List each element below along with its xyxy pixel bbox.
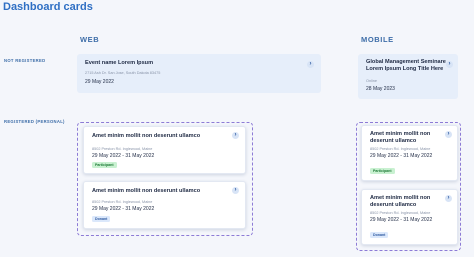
event-card-web-registered-1[interactable]: Amet minim mollit non deserunt ullamco 8…	[83, 126, 246, 174]
event-title: Amet minim mollit non deserunt ullamco	[370, 131, 431, 144]
event-address: 8502 Preston Rd. Inglewood, Maine	[92, 147, 153, 151]
event-title: Global Management Seminare Lorem Ipsum L…	[366, 59, 446, 72]
event-date: 29 May 2022	[85, 79, 114, 85]
event-title: Amet minim mollit non deserunt ullamco	[370, 195, 431, 208]
event-address: 8502 Preston Rd. Inglewood, Maine	[370, 147, 431, 151]
event-address: Online	[366, 79, 377, 83]
event-card-web-registered-2[interactable]: Amet minim mollit non deserunt ullamco 8…	[83, 181, 246, 229]
column-header-mobile: MOBILE	[361, 35, 394, 44]
event-card-mobile-registered-1[interactable]: Amet minim mollit non deserunt ullamco 8…	[361, 125, 458, 181]
event-date: 28 May 2023	[366, 86, 395, 92]
chevron-right-icon[interactable]: ›	[232, 187, 239, 194]
event-card-mobile-not-registered[interactable]: Global Management Seminare Lorem Ipsum L…	[358, 54, 458, 99]
event-address: 8502 Preston Rd. Inglewood, Maine	[370, 211, 431, 215]
event-date: 29 May 2022 - 31 May 2022	[92, 206, 155, 212]
column-header-web: WEB	[80, 35, 100, 44]
row-label-registered: REGISTERED (PERSONAL)	[4, 119, 65, 124]
event-date: 29 May 2022 - 31 May 2022	[92, 153, 155, 159]
row-label-not-registered: NOT REGISTERED	[4, 58, 46, 63]
donant-badge: Donant	[92, 216, 111, 222]
event-card-mobile-registered-2[interactable]: Amet minim mollit non deserunt ullamco 8…	[361, 189, 458, 245]
event-title: Amet minim mollit non deserunt ullamco	[92, 188, 201, 194]
event-title: Event name Lorem Ipsum	[85, 60, 154, 66]
page-title: Dashboard cards	[3, 1, 93, 13]
chevron-right-icon[interactable]: ›	[445, 131, 452, 138]
chevron-right-icon[interactable]: ›	[446, 61, 453, 68]
event-address: 2715 Ash Dr. San Jose, South Dakota 8347…	[85, 71, 161, 75]
event-card-web-not-registered[interactable]: Event name Lorem Ipsum 2715 Ash Dr. San …	[77, 54, 321, 93]
event-date: 29 May 2022 - 31 May 2022	[370, 153, 433, 159]
participant-badge: Participant	[370, 168, 395, 174]
event-date: 29 May 2022 - 31 May 2022	[370, 217, 433, 223]
chevron-right-icon[interactable]: ›	[307, 61, 314, 68]
chevron-right-icon[interactable]: ›	[232, 132, 239, 139]
participant-badge: Participant	[92, 162, 117, 168]
event-title: Amet minim mollit non deserunt ullamco	[92, 133, 201, 139]
donant-badge: Donant	[370, 232, 389, 238]
event-address: 8502 Preston Rd. Inglewood, Maine	[92, 200, 153, 204]
chevron-right-icon[interactable]: ›	[445, 195, 452, 202]
